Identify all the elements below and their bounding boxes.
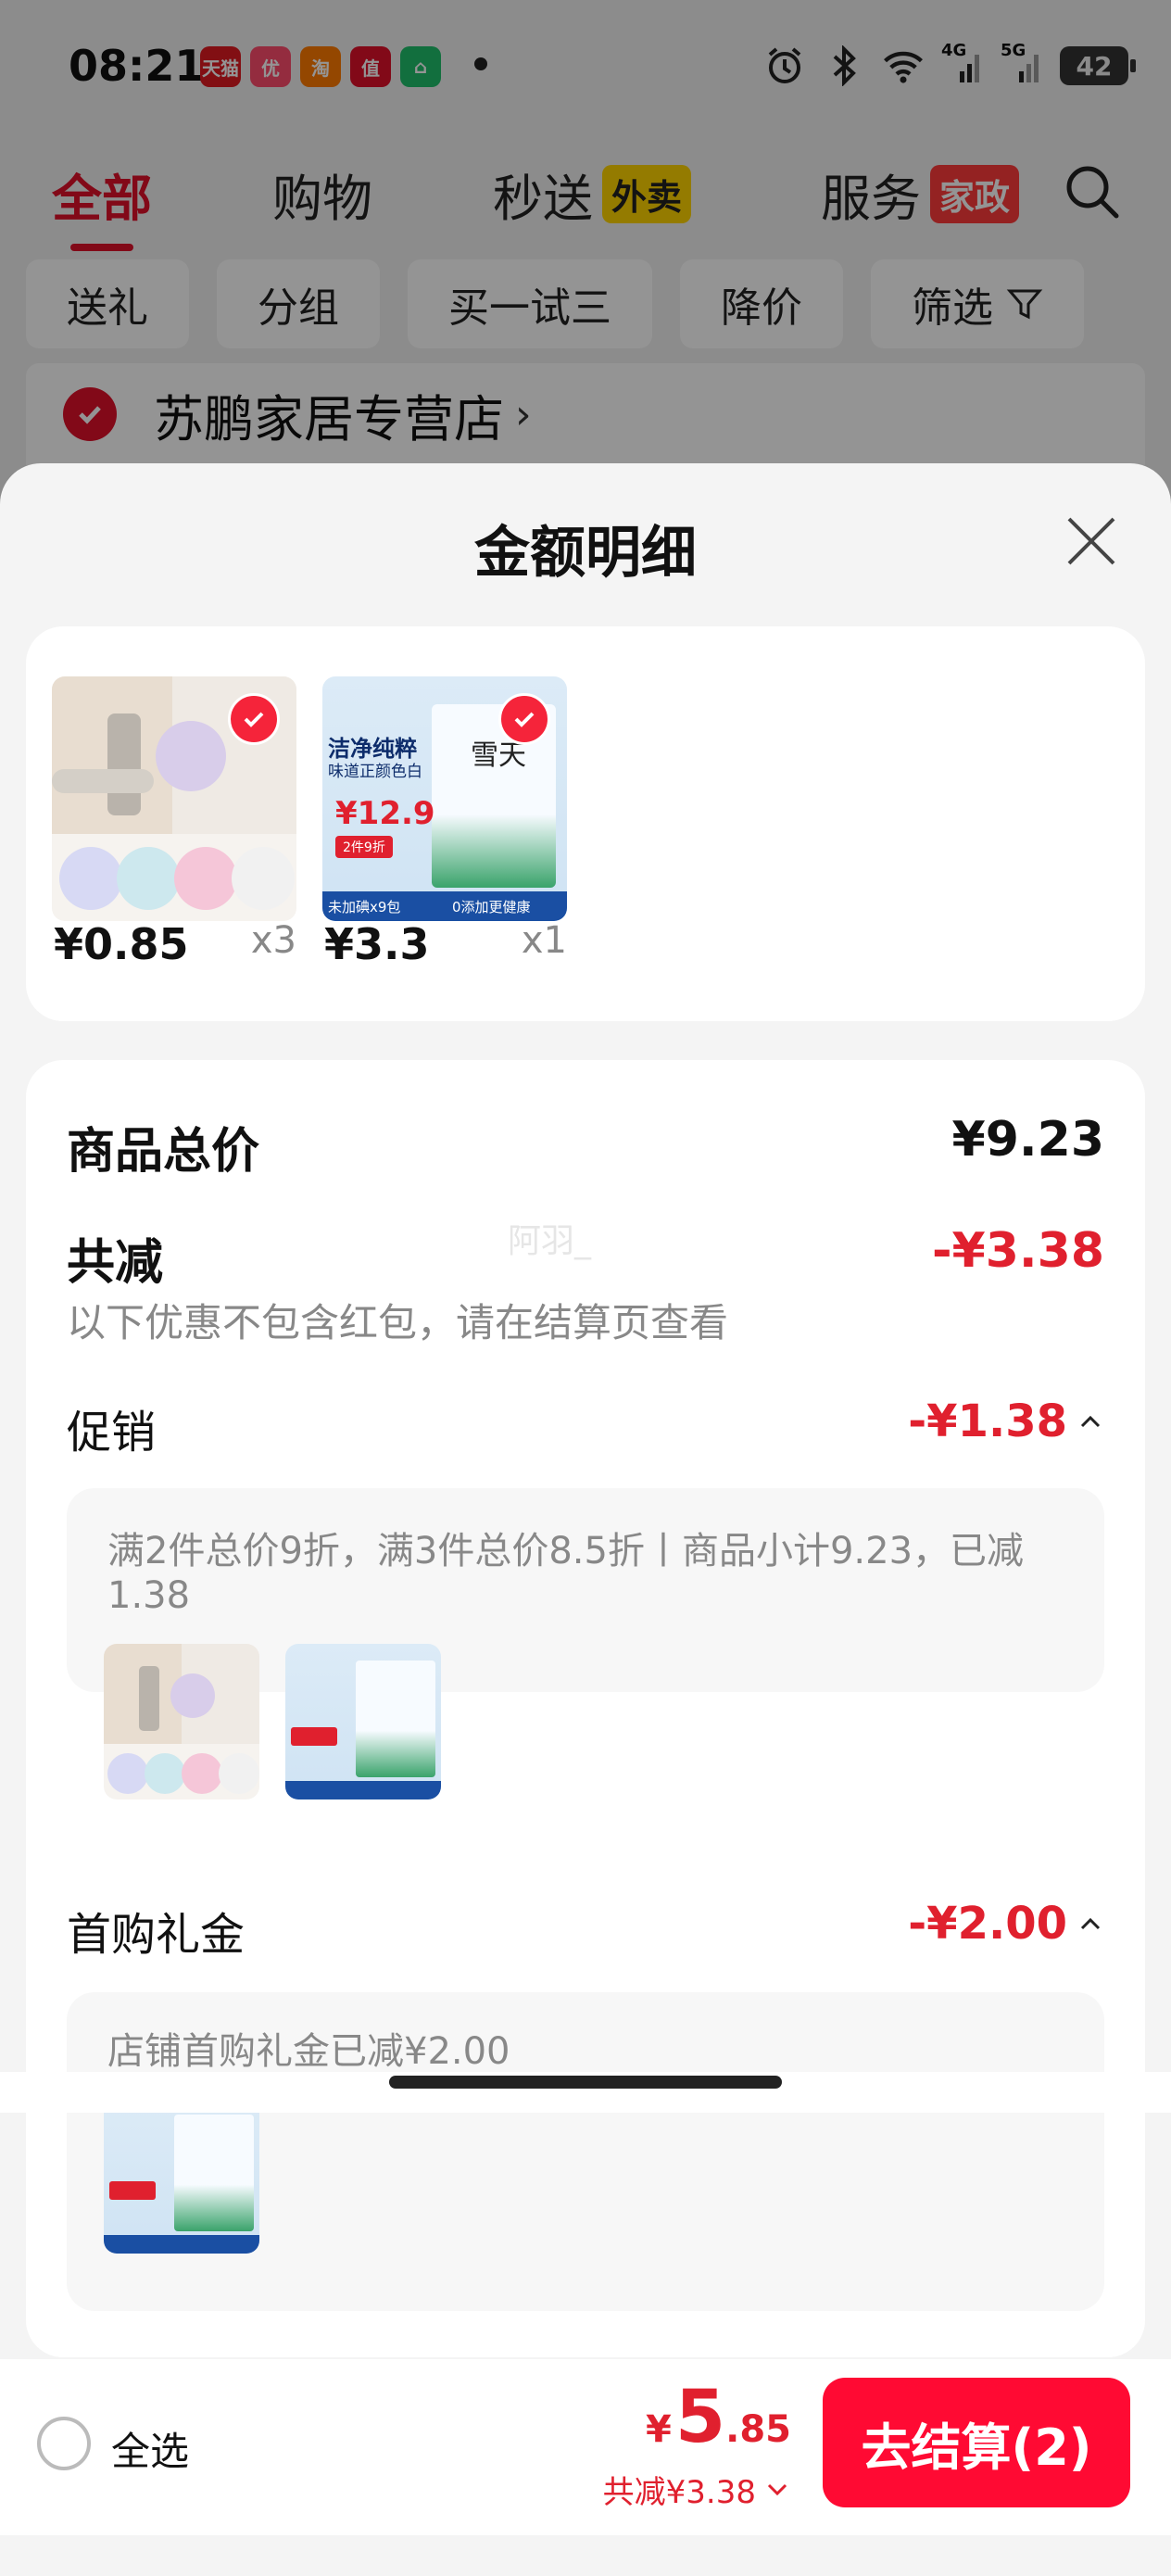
salt-foot-right-text: 0添加更健康 bbox=[452, 899, 531, 915]
price-currency: ¥ bbox=[646, 2408, 672, 2451]
search-icon[interactable] bbox=[1060, 159, 1125, 224]
status-bar: 08:21 天猫 优 淘 值 ⌂ 4G 5G 42 bbox=[0, 0, 1171, 139]
signal-4g-icon: 4G bbox=[941, 41, 984, 87]
tab-instant-label: 秒送 bbox=[493, 170, 593, 228]
taobao-app-icon: 淘 bbox=[300, 46, 341, 87]
promo-description: 满2件总价9折，满3件总价8.5折丨商品小计9.23，已减1.38 bbox=[107, 1530, 1025, 1617]
salt-price-text: ¥12.9 bbox=[335, 795, 435, 832]
product-check-icon[interactable] bbox=[498, 693, 550, 745]
promo-thumb-salt bbox=[285, 1644, 441, 1799]
promo-thumb-door-stopper bbox=[104, 1644, 259, 1799]
tab-services-label: 服务 bbox=[821, 170, 921, 228]
promo-label: 促销 bbox=[67, 1407, 157, 1458]
tab-shopping-label: 购物 bbox=[272, 170, 372, 228]
alarm-icon bbox=[763, 44, 806, 87]
store-arrow-icon: › bbox=[515, 390, 532, 438]
total-discount-value: -¥3.38 bbox=[931, 1223, 1104, 1279]
filter-chips: 送礼 分组 买一试三 降价 筛选 bbox=[26, 259, 1084, 348]
notification-app-icons: 天猫 优 淘 值 ⌂ bbox=[200, 46, 441, 87]
chevron-up-icon bbox=[1080, 1917, 1101, 1930]
promo-app-icon: 优 bbox=[250, 46, 291, 87]
total-discount-label: 共减 bbox=[67, 1235, 164, 1291]
filter-gift[interactable]: 送礼 bbox=[26, 259, 189, 348]
funnel-icon bbox=[1006, 289, 1043, 320]
salt-pack-image: 雪天 洁净纯粹 味道正颜色白 ¥12.9 2件9折 未加碘x9包 0添加更健康 bbox=[322, 676, 567, 921]
product-price: ¥0.85 bbox=[54, 919, 189, 969]
more-notifications-dot bbox=[474, 57, 487, 70]
salt-deal-text: 2件9折 bbox=[335, 836, 393, 858]
zhi-app-icon: 值 bbox=[350, 46, 391, 87]
saved-amount: 共减¥3.38 bbox=[602, 2474, 756, 2511]
signal-5g-icon: 5G bbox=[1001, 41, 1043, 87]
saved-toggle[interactable]: 共减¥3.38 bbox=[603, 2467, 789, 2512]
salt-foot-left-text: 未加碘x9包 bbox=[328, 899, 401, 915]
tab-instant-delivery[interactable]: 秒送 外卖 bbox=[493, 158, 692, 231]
selected-products-card: ¥0.85 x3 雪天 洁净纯粹 味道正颜色白 ¥12.9 2件9折 未加碘x9… bbox=[26, 626, 1145, 1021]
amount-detail-sheet: 金额明细 ¥0.85 x3 雪天 洁净纯粹 味道正颜色白 ¥12.9 2件9折 … bbox=[0, 463, 1171, 2576]
cart-category-tabs: 全部 购物 秒送 外卖 服务 家政 bbox=[0, 148, 1171, 251]
product-item[interactable]: 雪天 洁净纯粹 味道正颜色白 ¥12.9 2件9折 未加碘x9包 0添加更健康 … bbox=[322, 676, 567, 969]
tab-shopping[interactable]: 购物 bbox=[272, 158, 372, 231]
takeout-tag: 外卖 bbox=[602, 165, 692, 223]
store-header[interactable]: 苏鹏家居专营店 › bbox=[26, 363, 1145, 465]
signal-5g-label: 5G bbox=[1001, 41, 1026, 60]
status-icons: 4G 5G 42 bbox=[763, 41, 1136, 87]
first-gift-value: -¥2.00 bbox=[908, 1898, 1067, 1950]
housekeeping-tag: 家政 bbox=[930, 165, 1020, 223]
watermark-text: 阿羽_ bbox=[508, 1222, 592, 1260]
battery-icon: 42 bbox=[1060, 46, 1136, 85]
filter-more[interactable]: 筛选 bbox=[871, 259, 1084, 348]
first-gift-toggle[interactable]: -¥2.00 bbox=[908, 1898, 1104, 1950]
checkout-bar: 全选 ¥ 5 .85 共减¥3.38 去结算(2) bbox=[0, 2359, 1171, 2535]
wifi-icon bbox=[882, 44, 925, 87]
promo-value: -¥1.38 bbox=[908, 1395, 1067, 1447]
tab-all-label: 全部 bbox=[52, 170, 152, 228]
filter-try-three[interactable]: 买一试三 bbox=[408, 259, 652, 348]
store-checkbox[interactable] bbox=[63, 387, 117, 441]
bluetooth-icon bbox=[823, 44, 865, 87]
first-gift-description: 店铺首购礼金已减¥2.00 bbox=[107, 2030, 510, 2073]
promo-toggle[interactable]: -¥1.38 bbox=[908, 1395, 1104, 1447]
product-item[interactable]: ¥0.85 x3 bbox=[52, 676, 296, 969]
chevron-up-icon bbox=[1080, 1415, 1101, 1428]
discount-note: 以下优惠不包含红包，请在结算页查看 bbox=[67, 1300, 729, 1345]
price-integer: 5 bbox=[674, 2376, 726, 2459]
filter-more-label: 筛选 bbox=[912, 284, 993, 332]
select-all-label[interactable]: 全选 bbox=[111, 2420, 189, 2477]
checkout-button[interactable]: 去结算(2) bbox=[823, 2378, 1130, 2507]
product-price: ¥3.3 bbox=[324, 919, 430, 969]
tab-all[interactable]: 全部 bbox=[52, 158, 152, 251]
home-app-icon: ⌂ bbox=[400, 46, 441, 87]
first-gift-label: 首购礼金 bbox=[67, 1909, 246, 1961]
total-price-label: 商品总价 bbox=[67, 1124, 260, 1180]
product-qty: x3 bbox=[250, 919, 296, 962]
home-indicator[interactable] bbox=[389, 2076, 782, 2089]
product-check-icon[interactable] bbox=[228, 693, 280, 745]
background-page: 08:21 天猫 优 淘 值 ⌂ 4G 5G 42 全部 购物 秒送 外卖 服务… bbox=[0, 0, 1171, 519]
select-all-radio[interactable] bbox=[37, 2417, 91, 2470]
chevron-down-icon bbox=[767, 2483, 787, 2495]
price-decimal: .85 bbox=[725, 2408, 791, 2451]
tmall-app-icon: 天猫 bbox=[200, 46, 241, 87]
filter-group[interactable]: 分组 bbox=[217, 259, 380, 348]
product-qty: x1 bbox=[521, 919, 567, 962]
salt-sub-text: 味道正颜色白 bbox=[328, 763, 422, 781]
payable-price: ¥ 5 .85 bbox=[646, 2376, 791, 2459]
tab-services[interactable]: 服务 家政 bbox=[821, 158, 1020, 231]
sheet-title: 金额明细 bbox=[474, 521, 697, 586]
filter-price-drop[interactable]: 降价 bbox=[680, 259, 843, 348]
signal-4g-label: 4G bbox=[941, 41, 967, 60]
door-stopper-image bbox=[52, 676, 296, 921]
close-icon[interactable] bbox=[1060, 510, 1123, 573]
status-time: 08:21 bbox=[69, 41, 205, 91]
store-name: 苏鹏家居专营店 bbox=[154, 389, 504, 448]
tab-active-indicator bbox=[70, 244, 133, 251]
gift-thumb-salt bbox=[104, 2098, 259, 2254]
total-price-value: ¥9.23 bbox=[951, 1112, 1104, 1168]
